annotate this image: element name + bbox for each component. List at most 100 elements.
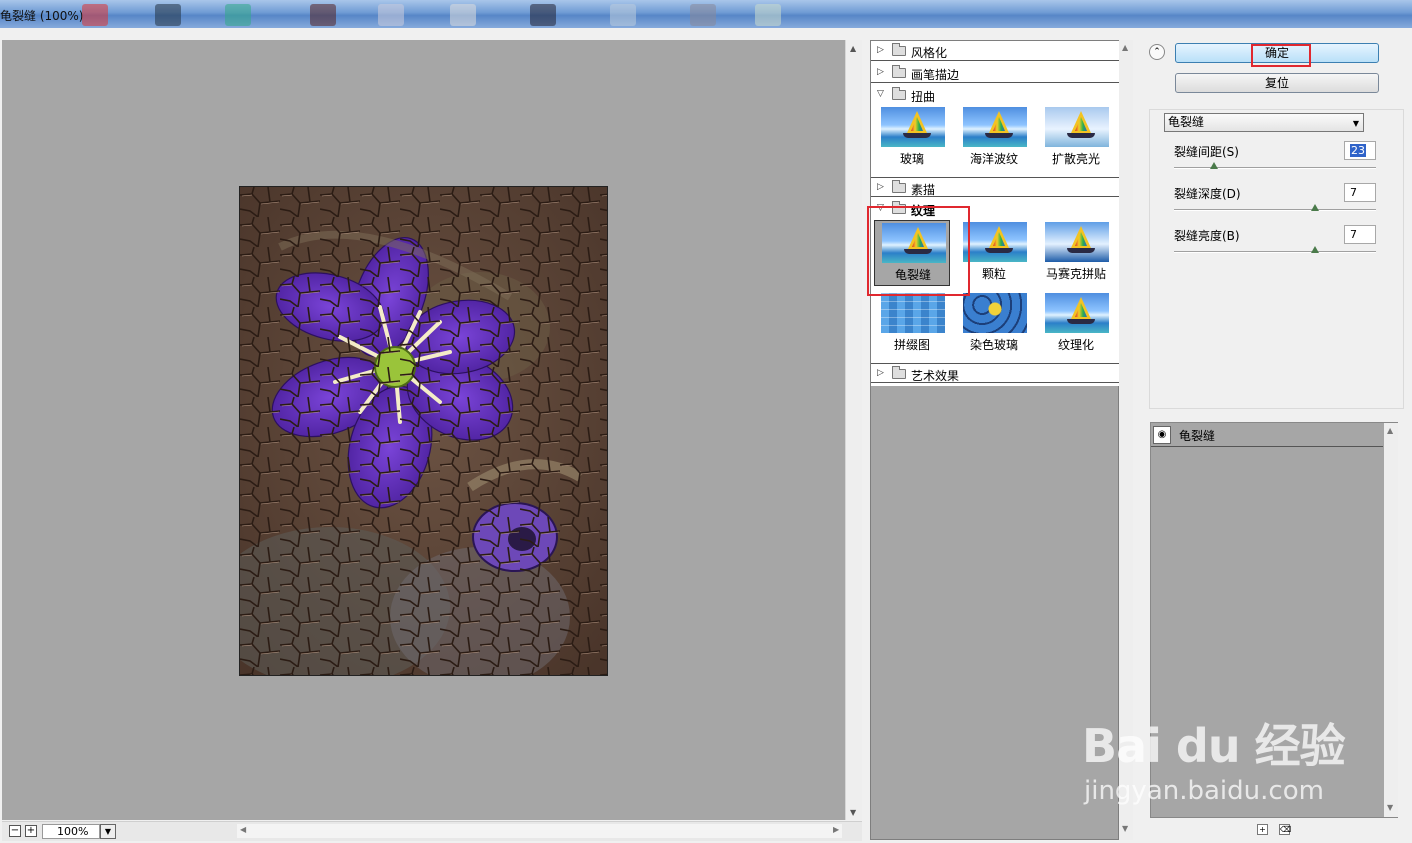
category-brush-strokes[interactable]: ▷ 画笔描边 <box>871 63 1119 83</box>
scroll-left-icon[interactable]: ◀ <box>240 825 246 834</box>
param-crack-brightness: 裂缝亮度(B) 7 <box>1174 225 1384 261</box>
crack-spacing-slider[interactable] <box>1174 167 1376 169</box>
folder-icon <box>892 366 906 379</box>
param-value: 23 <box>1350 144 1366 157</box>
taskbar-icon[interactable] <box>530 4 556 26</box>
crack-brightness-input[interactable]: 7 <box>1344 225 1376 244</box>
category-distort[interactable]: ▽ 扭曲 <box>871 85 1119 105</box>
collapse-triangle-icon[interactable]: ▽ <box>877 89 884 99</box>
scroll-down-icon[interactable]: ▼ <box>850 808 856 817</box>
filter-name: 马赛克拼贴 <box>1045 267 1106 281</box>
filter-thumb-mosaic-tiles[interactable]: 马赛克拼贴 <box>1038 220 1114 286</box>
highlight-selected-filter <box>867 206 970 296</box>
scroll-up-icon[interactable]: ▲ <box>1387 426 1393 435</box>
baidu-watermark: Bai du 经验 jingyan.baidu.com <box>1082 700 1362 810</box>
collapse-gallery-icon[interactable]: ⌃ <box>1149 44 1165 60</box>
taskbar-icon[interactable] <box>225 4 251 26</box>
watermark-url: jingyan.baidu.com <box>1084 776 1324 806</box>
param-label: 裂缝亮度(B) <box>1174 229 1240 243</box>
expand-triangle-icon[interactable]: ▷ <box>877 368 884 378</box>
taskbar-icon[interactable] <box>310 4 336 26</box>
layer-name: 龟裂缝 <box>1179 429 1216 443</box>
filter-thumb-glass[interactable]: 玻璃 <box>874 105 950 171</box>
param-crack-depth: 裂缝深度(D) 7 <box>1174 183 1384 219</box>
filter-thumb-diffuse-glow[interactable]: 扩散亮光 <box>1038 105 1114 171</box>
preview-vertical-scrollbar[interactable]: ▲ ▼ <box>845 40 862 820</box>
taskbar-icon[interactable] <box>450 4 476 26</box>
filter-settings: 龟裂缝 ▼ 裂缝间距(S) 23 裂缝深度(D) 7 裂缝亮度(B) 7 <box>1149 109 1404 409</box>
preview-area[interactable] <box>2 40 845 820</box>
filter-preview-icon <box>963 107 1027 147</box>
folder-icon <box>892 43 906 56</box>
taskbar-icon[interactable] <box>155 4 181 26</box>
filter-thumb-patchwork[interactable]: 拼缀图 <box>874 291 950 357</box>
category-stylize[interactable]: ▷ 风格化 <box>871 41 1119 61</box>
filter-preview-icon <box>881 293 945 333</box>
expand-triangle-icon[interactable]: ▷ <box>877 182 884 192</box>
filter-name: 海洋波纹 <box>969 152 1018 166</box>
filter-preview-icon <box>881 107 945 147</box>
scroll-up-icon[interactable]: ▲ <box>1122 43 1128 52</box>
category-label: 素描 <box>911 183 936 197</box>
filter-preview-icon <box>1045 222 1109 262</box>
eye-icon[interactable]: ◉ <box>1153 426 1171 444</box>
scroll-down-icon[interactable]: ▼ <box>1122 824 1128 833</box>
cracked-flower-image <box>240 187 607 675</box>
taskbar-icon[interactable] <box>755 4 781 26</box>
expand-triangle-icon[interactable]: ▷ <box>877 45 884 55</box>
crack-depth-input[interactable]: 7 <box>1344 183 1376 202</box>
scroll-right-icon[interactable]: ▶ <box>833 825 839 834</box>
taskbar-icon[interactable] <box>82 4 108 26</box>
taskbar-icon[interactable] <box>690 4 716 26</box>
category-artistic[interactable]: ▷ 艺术效果 <box>871 363 1119 383</box>
zoom-dropdown-icon[interactable]: ▼ <box>100 824 116 839</box>
effect-layer-row[interactable]: ◉ 龟裂缝 <box>1151 423 1383 447</box>
delete-effect-layer-icon[interactable]: ⌫ <box>1279 824 1291 835</box>
crack-spacing-input[interactable]: 23 <box>1344 141 1376 160</box>
crack-brightness-slider[interactable] <box>1174 251 1376 253</box>
watermark-brand: Bai du 经验 <box>1082 719 1346 773</box>
crack-depth-slider[interactable] <box>1174 209 1376 211</box>
scroll-down-icon[interactable]: ▼ <box>1387 803 1393 812</box>
filter-preview-icon <box>963 293 1027 333</box>
category-sketch[interactable]: ▷ 素描 <box>871 177 1119 197</box>
zoom-out-button[interactable]: − <box>9 825 21 837</box>
zoom-bar: − + 100% ▼ ◀ ▶ <box>2 821 862 841</box>
filter-thumb-texturizer[interactable]: 纹理化 <box>1038 291 1114 357</box>
filter-preview-icon <box>1045 293 1109 333</box>
category-label: 风格化 <box>911 46 948 60</box>
filter-name: 染色玻璃 <box>969 338 1018 352</box>
reset-button[interactable]: 复位 <box>1175 73 1379 93</box>
filter-select[interactable]: 龟裂缝 ▼ <box>1164 113 1364 132</box>
slider-handle[interactable] <box>1210 162 1219 169</box>
chevron-down-icon: ▼ <box>1352 119 1359 128</box>
scroll-up-icon[interactable]: ▲ <box>850 44 856 53</box>
slider-handle[interactable] <box>1311 204 1320 211</box>
filter-name: 玻璃 <box>899 152 924 166</box>
category-label: 画笔描边 <box>911 68 960 82</box>
expand-triangle-icon[interactable]: ▷ <box>877 67 884 77</box>
preview-horizontal-scrollbar[interactable]: ◀ ▶ <box>237 824 842 838</box>
param-crack-spacing: 裂缝间距(S) 23 <box>1174 141 1384 177</box>
layers-scrollbar[interactable]: ▲ ▼ <box>1384 423 1398 817</box>
taskbar-icon[interactable] <box>610 4 636 26</box>
highlight-ok-button <box>1251 44 1311 67</box>
filter-thumb-ocean-ripple[interactable]: 海洋波纹 <box>956 105 1032 171</box>
zoom-level-field[interactable]: 100% <box>42 824 100 839</box>
filter-name: 纹理化 <box>1057 338 1094 352</box>
filter-select-value: 龟裂缝 <box>1168 115 1205 129</box>
filter-name: 拼缀图 <box>893 338 930 352</box>
filter-preview-icon <box>1045 107 1109 147</box>
category-label: 扭曲 <box>911 90 936 104</box>
new-effect-layer-icon[interactable]: + <box>1257 824 1268 835</box>
filter-thumb-stained-glass[interactable]: 染色玻璃 <box>956 291 1032 357</box>
slider-handle[interactable] <box>1311 246 1320 253</box>
folder-icon <box>892 87 906 100</box>
folder-icon <box>892 180 906 193</box>
preview-image <box>239 186 608 676</box>
category-label: 艺术效果 <box>911 369 960 383</box>
title-bar: 龟裂缝 (100%) <box>0 0 1412 28</box>
zoom-in-button[interactable]: + <box>25 825 37 837</box>
param-label: 裂缝深度(D) <box>1174 187 1241 201</box>
taskbar-icon[interactable] <box>378 4 404 26</box>
